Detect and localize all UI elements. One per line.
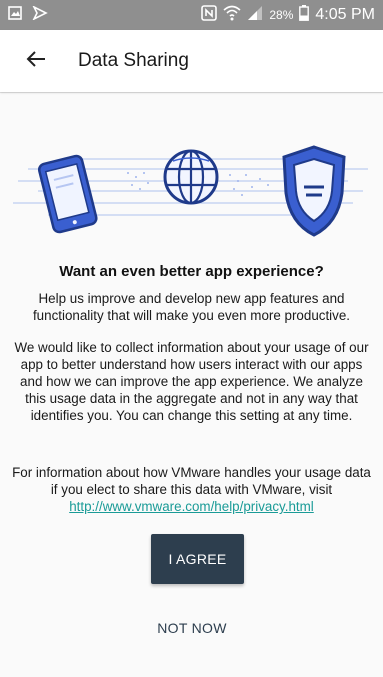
gallery-icon — [8, 5, 22, 25]
arrow-left-icon — [26, 50, 46, 73]
flag-icon — [32, 4, 48, 25]
tablet-icon — [37, 154, 98, 234]
privacy-text: For information about how VMware handles… — [12, 465, 371, 497]
privacy-paragraph: For information about how VMware handles… — [10, 464, 373, 515]
wifi-icon — [223, 5, 241, 25]
globe-icon — [163, 149, 219, 205]
status-time: 4:05 PM — [315, 6, 375, 23]
status-bar: 28% 4:05 PM — [0, 0, 383, 30]
nfc-icon — [201, 5, 218, 25]
usage-paragraph: We would like to collect information abo… — [14, 340, 369, 423]
intro-paragraph: Help us improve and develop new app feat… — [32, 291, 351, 323]
hero-illustration — [8, 133, 375, 243]
not-now-button[interactable]: NOT NOW — [140, 610, 244, 646]
shield-icon — [282, 145, 346, 237]
back-button[interactable] — [10, 35, 62, 87]
page-title: Data Sharing — [78, 50, 189, 71]
battery-percent: 28% — [269, 8, 294, 22]
app-bar: Data Sharing — [0, 30, 383, 92]
signal-icon — [247, 5, 263, 25]
privacy-link[interactable]: http://www.vmware.com/help/privacy.html — [69, 499, 314, 514]
agree-button[interactable]: I AGREE — [151, 534, 244, 584]
battery-icon — [299, 5, 310, 25]
content-area: Want an even better app experience? Help… — [0, 92, 383, 677]
heading: Want an even better app experience? — [59, 263, 324, 280]
